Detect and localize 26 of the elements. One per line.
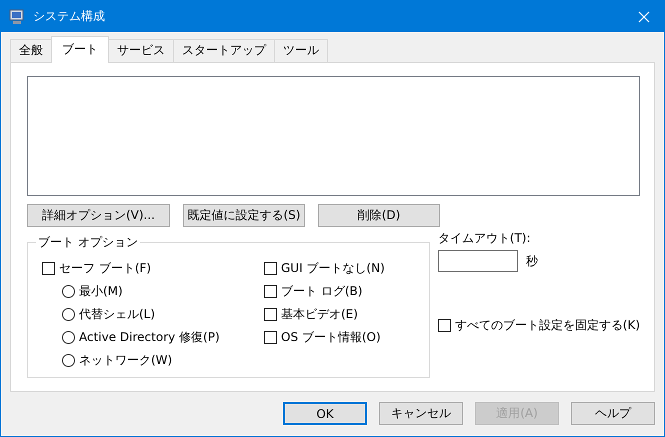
close-icon[interactable] [638, 10, 650, 22]
tab[interactable]: ブート [51, 36, 109, 63]
checkbox-option[interactable]: 基本ビデオ(E) [264, 303, 385, 326]
radio-option[interactable]: 代替シェル(L) [42, 303, 264, 326]
checkbox-option[interactable]: セーフ ブート(F) [42, 257, 264, 280]
timeout-field[interactable] [438, 250, 518, 272]
action-button[interactable]: 削除(D) [318, 204, 440, 227]
dialog-button[interactable]: ヘルプ [571, 402, 655, 425]
monitor-icon [9, 8, 25, 24]
radio-option[interactable]: 最小(M) [42, 280, 264, 303]
group-title: ブート オプション [37, 234, 139, 251]
checkbox-option[interactable]: ブート ログ(B) [264, 280, 385, 303]
checkbox-option[interactable]: すべてのブート設定を固定する(K) [438, 314, 640, 337]
unit-label: 秒 [526, 252, 538, 270]
tab[interactable]: ツール [274, 39, 328, 62]
dialog-button[interactable]: OK [283, 402, 367, 425]
timeout-label: タイムアウト(T): [438, 230, 532, 247]
action-button[interactable]: 詳細オプション(V)... [27, 204, 170, 227]
window-title: システム構成 [33, 8, 106, 25]
radio-option[interactable]: ネットワーク(W) [42, 349, 264, 372]
checkbox-option[interactable]: OS ブート情報(O) [264, 326, 385, 349]
action-button[interactable]: 既定値に設定する(S) [183, 204, 305, 227]
dialog-button[interactable]: キャンセル [379, 402, 463, 425]
tab[interactable]: 全般 [10, 39, 52, 62]
radio-option[interactable]: Active Directory 修復(P) [42, 326, 264, 349]
checkbox-option[interactable]: GUI ブートなし(N) [264, 257, 385, 280]
